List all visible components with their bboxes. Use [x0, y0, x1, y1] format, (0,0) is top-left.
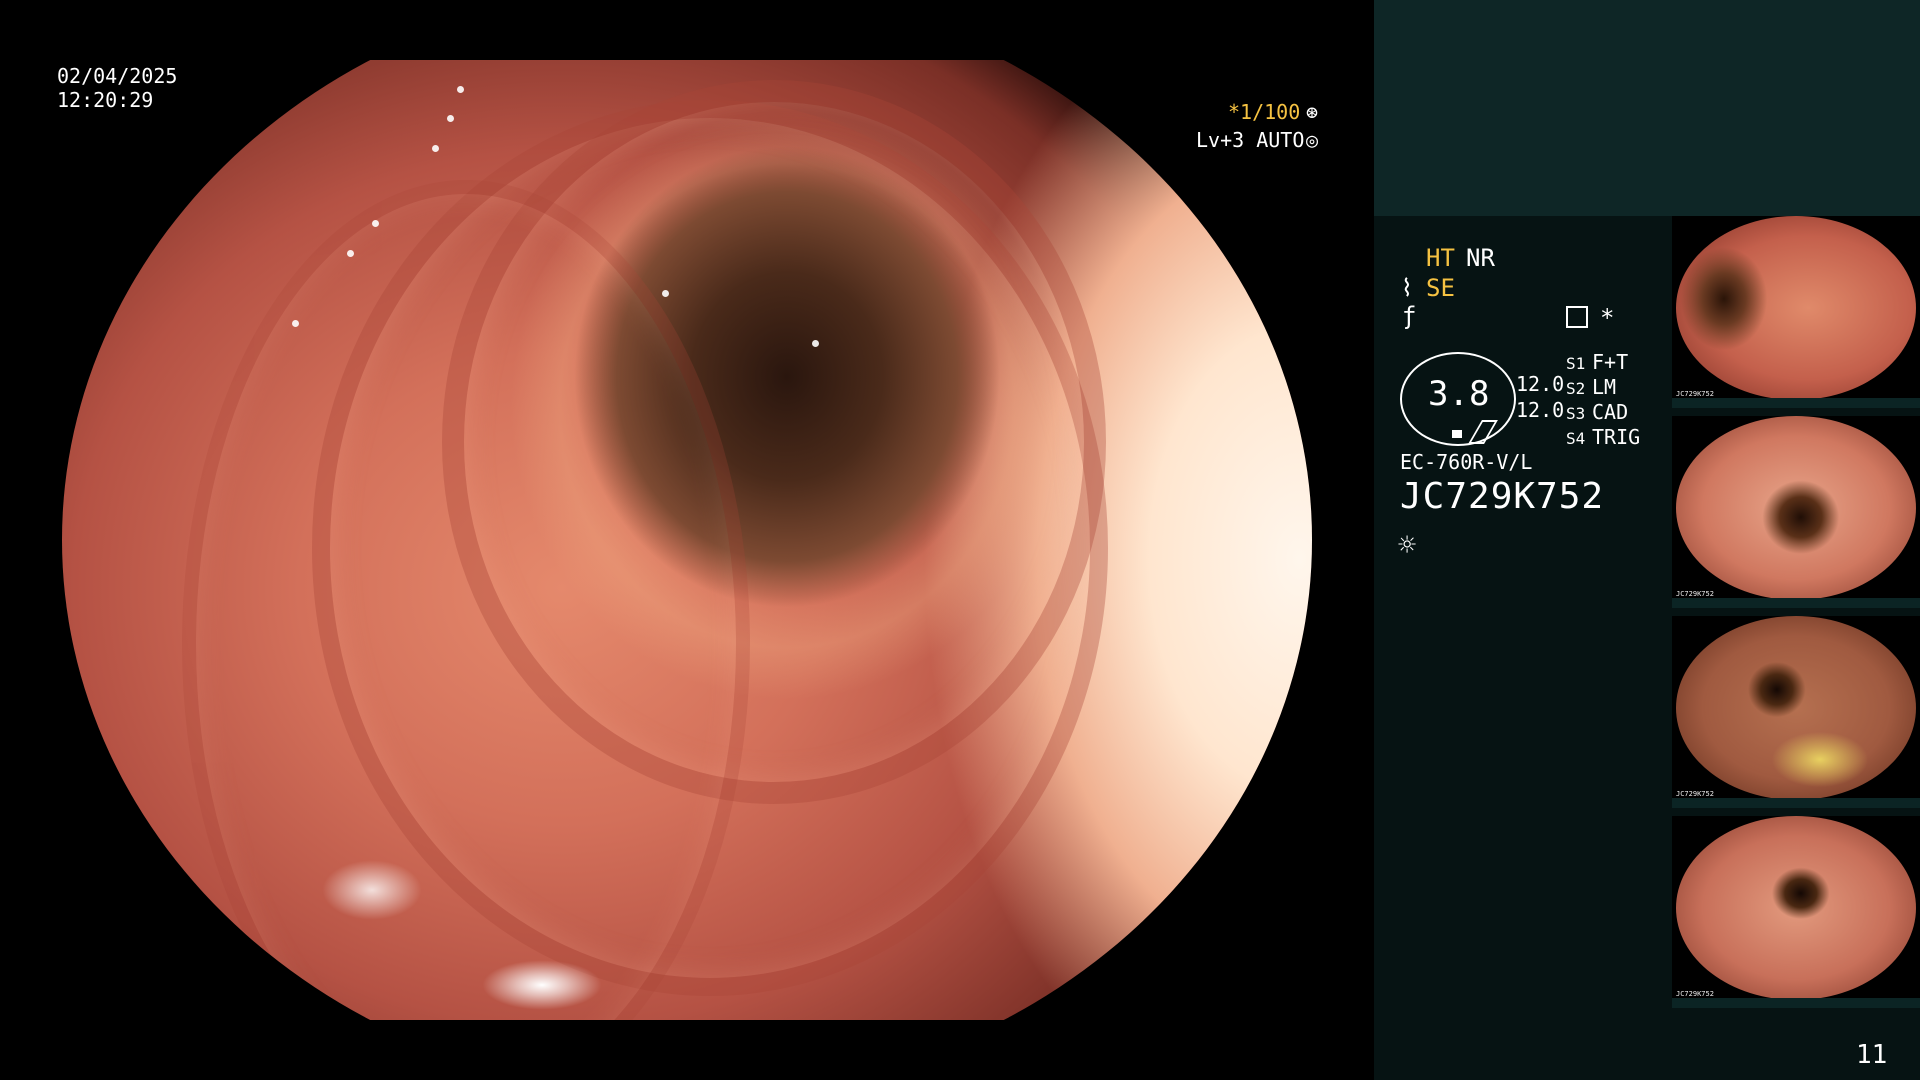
structure-icon: ⌇ [1401, 274, 1413, 302]
thumbnail-image [1676, 816, 1916, 1000]
asterisk-icon: * [1600, 304, 1615, 332]
switch-value: LM [1592, 375, 1617, 399]
thumbnail-3[interactable]: JC729K752 [1672, 616, 1920, 808]
value-a: 12.0 [1516, 372, 1565, 396]
thumbnail-footer [1672, 798, 1920, 808]
shutter-icon: ⊛ [1306, 100, 1319, 124]
specular-highlight [447, 115, 454, 122]
thumbnail-footer [1672, 998, 1920, 1008]
thumbnail-label: JC729K752 [1676, 990, 1714, 998]
light-icon: ☼ [1398, 528, 1417, 563]
ht-indicator: HT [1426, 244, 1455, 272]
switch-key: S3 [1566, 404, 1586, 423]
specular-highlight [292, 320, 299, 327]
switch-key: S1 [1566, 354, 1586, 373]
specular-highlight [322, 860, 422, 920]
specular-highlight [372, 220, 379, 227]
se-indicator: SE [1426, 274, 1455, 302]
switch-value: F+T [1592, 350, 1629, 374]
specular-highlight [347, 250, 354, 257]
thumbnail-image [1676, 416, 1916, 600]
exposure-level: Lv+3 AUTO [1196, 128, 1305, 152]
scope-model: EC-760R-V/L [1400, 450, 1533, 474]
thumbnail-label: JC729K752 [1676, 790, 1714, 798]
specular-highlight [457, 86, 464, 93]
switch-value: TRIG [1592, 425, 1641, 449]
endoscope-main-view [62, 60, 1312, 1020]
capture-date: 02/04/2025 [57, 64, 178, 88]
thumbnail-label: JC729K752 [1676, 590, 1714, 598]
specular-highlight [482, 960, 602, 1010]
specular-highlight [662, 290, 669, 297]
info-panel-header [1374, 0, 1920, 216]
shutter-speed: *1/100 [1228, 100, 1301, 124]
thumbnail-1[interactable]: JC729K752 [1672, 216, 1920, 408]
specular-highlight [812, 340, 819, 347]
record-icon [1566, 306, 1588, 328]
thumbnail-4[interactable]: JC729K752 [1672, 816, 1920, 1008]
nr-indicator: NR [1466, 244, 1495, 272]
thumbnail-2[interactable]: JC729K752 [1672, 416, 1920, 608]
thumbnail-image [1676, 216, 1916, 400]
capture-time: 12:20:29 [57, 88, 154, 112]
gauge-value: 3.8 [1428, 374, 1490, 414]
thumbnail-footer [1672, 598, 1920, 608]
value-b: 12.0 [1516, 398, 1565, 422]
switch-key: S2 [1566, 379, 1586, 398]
switch-key: S4 [1566, 429, 1586, 448]
gauge-marker [1452, 430, 1462, 438]
frequency-icon: ƒ [1402, 302, 1417, 330]
scope-serial: JC729K752 [1400, 476, 1605, 517]
thumbnail-image [1676, 616, 1916, 800]
thumbnail-footer [1672, 398, 1920, 408]
page-number: 11 [1856, 1040, 1888, 1070]
switch-value: CAD [1592, 400, 1629, 424]
auto-icon: ◎ [1306, 128, 1319, 152]
thumbnail-label: JC729K752 [1676, 390, 1714, 398]
specular-highlight [432, 145, 439, 152]
